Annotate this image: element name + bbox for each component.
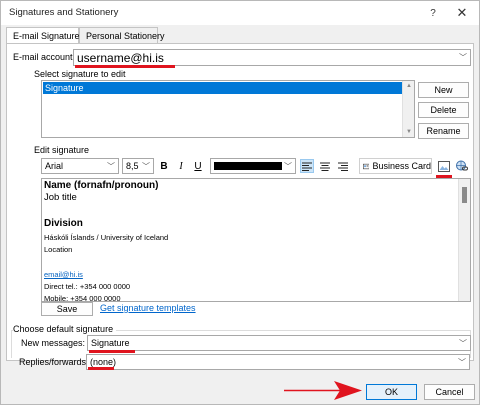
- close-button[interactable]: ✕: [448, 3, 476, 23]
- signature-list[interactable]: Signature ▲ ▼: [41, 80, 415, 138]
- list-item[interactable]: Signature: [43, 82, 413, 94]
- replies-forwards-label: Replies/forwards:: [19, 357, 89, 367]
- delete-signature-button[interactable]: Delete: [418, 102, 469, 118]
- scroll-down-icon[interactable]: ▼: [403, 127, 415, 137]
- annotation-underline-email: [75, 65, 175, 68]
- editor-scroll-thumb[interactable]: [462, 187, 467, 203]
- tab-personal-stationery-label: Personal Stationery: [86, 31, 165, 41]
- annotation-underline-new-messages: [89, 350, 135, 353]
- insert-picture-icon[interactable]: [437, 159, 451, 173]
- signature-direct-tel: Direct tel.: +354 000 0000: [44, 282, 131, 291]
- insert-hyperlink-icon[interactable]: [454, 159, 468, 173]
- save-button[interactable]: Save: [41, 302, 93, 316]
- business-card-label: Business Card: [372, 161, 431, 171]
- signature-location: Location: [44, 245, 73, 254]
- business-card-icon: [363, 163, 370, 169]
- signatures-dialog: Signatures and Stationery ? ✕ E-mail Sig…: [0, 0, 480, 405]
- new-messages-label: New messages:: [21, 338, 86, 348]
- window-title: Signatures and Stationery: [9, 7, 119, 18]
- annotation-arrow-icon: [284, 381, 362, 400]
- chevron-down-icon: ﹀: [458, 357, 466, 367]
- font-value: Arial: [45, 161, 64, 171]
- default-signature-label: Choose default signature: [13, 324, 117, 334]
- color-swatch: [214, 162, 282, 170]
- rename-signature-button[interactable]: Rename: [418, 123, 469, 139]
- cancel-button[interactable]: Cancel: [424, 384, 475, 400]
- chevron-down-icon: ﹀: [107, 161, 115, 171]
- signature-email-link[interactable]: email@hi.is: [44, 270, 83, 279]
- signature-editor[interactable]: Name (fornafn/pronoun) Job title Divisio…: [41, 178, 471, 302]
- edit-signature-label: Edit signature: [34, 145, 90, 155]
- new-messages-value: Signature: [91, 338, 130, 348]
- font-select[interactable]: Arial ﹀: [41, 158, 119, 174]
- title-bar: Signatures and Stationery ? ✕: [1, 1, 479, 25]
- chevron-down-icon: ﹀: [142, 161, 150, 171]
- signature-name: Name (fornafn/pronoun): [44, 180, 159, 191]
- replies-forwards-select[interactable]: (none) ﹀: [86, 354, 470, 370]
- email-account-value: username@hi.is: [77, 51, 164, 65]
- tab-personal-stationery[interactable]: Personal Stationery: [79, 27, 165, 44]
- font-size-value: 8,5: [126, 161, 139, 171]
- signature-organization: Háskóli Íslands / University of Iceland: [44, 233, 169, 242]
- select-signature-label: Select signature to edit: [34, 69, 126, 79]
- chevron-down-icon: ﹀: [459, 338, 467, 348]
- chevron-down-icon: ﹀: [459, 52, 467, 62]
- signature-job-title: Job title: [44, 192, 77, 203]
- align-right-icon[interactable]: [336, 159, 350, 173]
- font-color-select[interactable]: ﹀: [210, 158, 296, 174]
- tab-panel: E-mail account: username@hi.is ﹀ Select …: [6, 43, 474, 361]
- business-card-button[interactable]: Business Card: [359, 158, 432, 174]
- email-account-select[interactable]: username@hi.is ﹀: [73, 49, 471, 66]
- signature-mobile: Mobile: +354 000 0000: [44, 294, 121, 302]
- bold-icon[interactable]: B: [157, 159, 171, 173]
- scroll-up-icon[interactable]: ▲: [403, 81, 415, 91]
- font-size-select[interactable]: 8,5 ﹀: [122, 158, 154, 174]
- email-account-label: E-mail account:: [13, 52, 76, 62]
- editor-scrollbar[interactable]: [458, 179, 470, 301]
- tab-email-signature-label: E-mail Signature: [13, 31, 80, 41]
- signature-list-scrollbar[interactable]: ▲ ▼: [402, 81, 414, 137]
- align-center-icon[interactable]: [318, 159, 332, 173]
- help-button[interactable]: ?: [419, 3, 447, 23]
- signature-division: Division: [44, 218, 83, 229]
- ok-button[interactable]: OK: [366, 384, 417, 400]
- annotation-underline-replies: [88, 367, 114, 370]
- replies-forwards-value: (none): [90, 357, 117, 367]
- new-signature-button[interactable]: New: [418, 82, 469, 98]
- signature-templates-link[interactable]: Get signature templates: [100, 303, 196, 313]
- new-messages-select[interactable]: Signature ﹀: [87, 335, 471, 351]
- italic-icon[interactable]: I: [174, 159, 188, 173]
- underline-icon[interactable]: U: [191, 159, 205, 173]
- chevron-down-icon: ﹀: [284, 161, 292, 171]
- align-left-icon[interactable]: [300, 159, 314, 173]
